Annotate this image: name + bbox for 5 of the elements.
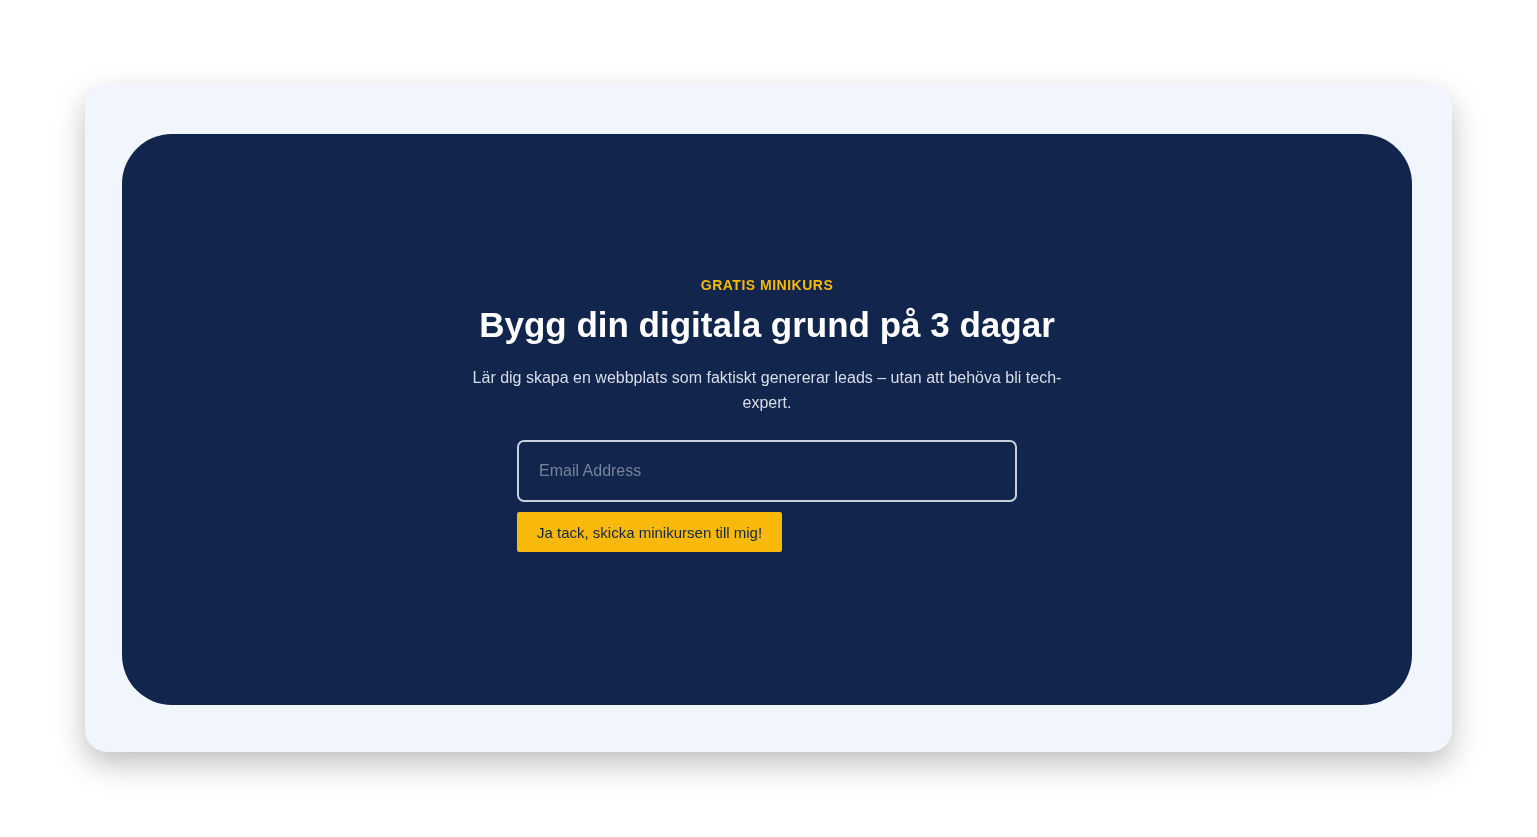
- eyebrow-label: GRATIS MINIKURS: [700, 277, 834, 293]
- email-input-field[interactable]: Email Address: [517, 440, 1017, 502]
- heading: Bygg din digitala grund på 3 dagar: [479, 305, 1055, 345]
- description: Lär dig skapa en webbplats som faktiskt genererar leads – utan att behöva bli tech-expert.: [471, 368, 1063, 413]
- submit-button[interactable]: Ja tack, skicka minikursen till mig!: [517, 512, 783, 552]
